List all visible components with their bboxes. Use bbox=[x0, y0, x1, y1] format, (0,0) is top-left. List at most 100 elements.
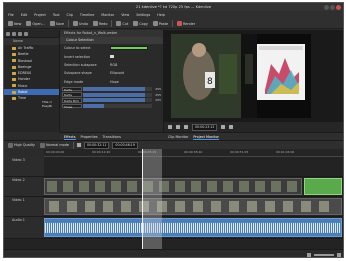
folder-icon[interactable] bbox=[12, 31, 16, 36]
bin-column-header: Name bbox=[4, 38, 59, 45]
undo-button[interactable]: Undo bbox=[72, 20, 89, 28]
slider-track[interactable] bbox=[83, 92, 152, 97]
slider-track[interactable] bbox=[83, 98, 152, 103]
minimize-button[interactable] bbox=[324, 4, 329, 10]
slider-track[interactable] bbox=[83, 86, 152, 91]
menu-bar: File Edit Project Tool Clip Timeline Mon… bbox=[4, 11, 343, 19]
bin-side-label: EasyBr bbox=[42, 104, 53, 108]
tab-properties[interactable]: Properties bbox=[81, 133, 98, 140]
param-subspace: Selection subspace RGB bbox=[60, 61, 163, 69]
save-button[interactable]: Save bbox=[49, 20, 65, 28]
menu-settings[interactable]: Settings bbox=[136, 11, 150, 19]
cut-button[interactable]: Cut bbox=[115, 20, 129, 28]
tab-clip-monitor[interactable]: Clip Monitor bbox=[168, 133, 188, 140]
monitor-controls: 00:00:23:12 bbox=[164, 122, 343, 132]
audio-clip[interactable] bbox=[44, 218, 342, 237]
track-video2 bbox=[44, 177, 343, 197]
folder-icon bbox=[12, 52, 16, 56]
toolbar-separator bbox=[68, 20, 70, 27]
rewind-icon[interactable] bbox=[168, 125, 172, 129]
timeline-duration[interactable]: 00:00:46:19 bbox=[112, 141, 138, 149]
svg-text:8: 8 bbox=[207, 77, 213, 87]
redo-button[interactable]: Redo bbox=[92, 20, 109, 28]
window-title: 21 kdenlive *? kd 720p 25 fps — Kdenlive bbox=[135, 5, 212, 9]
folder-icon bbox=[12, 71, 16, 75]
maximize-button[interactable] bbox=[330, 4, 335, 10]
razor-icon[interactable] bbox=[76, 143, 81, 147]
timeline-toolbar: High Quality Normal mode 00:00:32:11 00:… bbox=[4, 140, 343, 149]
track-audio1 bbox=[44, 217, 343, 239]
project-bin: Name Air Traffic Beetle Bioshool Boeinge… bbox=[4, 30, 60, 132]
timeline-timecode[interactable]: 00:00:32:11 bbox=[83, 141, 110, 149]
folder-icon bbox=[26, 21, 32, 26]
slider-slope: Slope bbox=[60, 103, 163, 109]
track-header-video3[interactable]: Video 3 bbox=[4, 157, 44, 177]
slider-track[interactable] bbox=[83, 104, 152, 109]
folder-icon bbox=[12, 97, 16, 101]
edge-select[interactable]: Hope bbox=[110, 80, 163, 84]
color-clip[interactable] bbox=[304, 178, 342, 195]
monitor-timecode[interactable]: 00:00:23:12 bbox=[192, 123, 218, 131]
menu-edit[interactable]: Edit bbox=[21, 11, 28, 19]
param-invert: Invert selection bbox=[60, 52, 163, 60]
track-video1 bbox=[44, 197, 343, 217]
play-icon[interactable] bbox=[176, 125, 180, 129]
shape-select[interactable]: Ellipsoid bbox=[110, 71, 163, 75]
zoom-icon[interactable] bbox=[221, 125, 226, 129]
folder-icon bbox=[12, 84, 16, 88]
copy-button[interactable]: Copy bbox=[132, 20, 149, 28]
menu-timeline[interactable]: Timeline bbox=[80, 11, 94, 19]
title-bar: 21 kdenlive *? kd 720p 25 fps — Kdenlive bbox=[4, 3, 343, 11]
search-icon[interactable] bbox=[24, 31, 28, 36]
tab-effects[interactable]: Effects bbox=[64, 133, 76, 140]
menu-clip[interactable]: Clip bbox=[66, 11, 72, 19]
render-icon bbox=[177, 21, 183, 26]
menu-monitor[interactable]: Monitor bbox=[101, 11, 114, 19]
save-icon bbox=[49, 21, 55, 26]
bin-side-labels: Title cl EasyBr bbox=[42, 100, 60, 108]
open-button[interactable]: Open... bbox=[25, 20, 45, 28]
video-clip[interactable] bbox=[44, 178, 302, 195]
close-button[interactable] bbox=[336, 4, 341, 10]
menu-help[interactable]: Help bbox=[157, 11, 165, 19]
track-header-audio1[interactable]: Audio 1 bbox=[4, 217, 44, 239]
folder-icon bbox=[12, 59, 16, 63]
quality-icon bbox=[8, 142, 13, 148]
video-clip[interactable] bbox=[44, 198, 342, 215]
track-video3 bbox=[44, 157, 343, 177]
zoom-out-icon[interactable] bbox=[307, 252, 311, 257]
copy-icon bbox=[133, 21, 139, 26]
invert-checkbox[interactable] bbox=[110, 54, 114, 59]
zoom-slider-icon[interactable] bbox=[314, 253, 334, 256]
tab-project-monitor[interactable]: Project Monitor bbox=[193, 133, 219, 140]
ruler-tick: 00:01:04:00 bbox=[276, 150, 295, 154]
video-preview[interactable]: 8 bbox=[171, 34, 311, 118]
track-header-video2[interactable]: Video 2 bbox=[4, 177, 44, 197]
tab-transitions[interactable]: Transitions bbox=[103, 133, 121, 140]
paste-button[interactable]: Paste bbox=[152, 20, 169, 28]
render-button[interactable]: Render bbox=[176, 20, 196, 28]
menu-file[interactable]: File bbox=[8, 11, 14, 19]
menu-project[interactable]: Project bbox=[34, 11, 46, 19]
param-shape: Subspace shape Ellipsoid bbox=[60, 69, 163, 77]
forward-icon[interactable] bbox=[184, 125, 188, 129]
effect-title[interactable]: Colour Selection bbox=[60, 37, 163, 44]
track-header-video1[interactable]: Video 1 bbox=[4, 197, 44, 217]
color-picker[interactable] bbox=[110, 46, 148, 51]
new-button[interactable]: New bbox=[7, 20, 22, 28]
add-clip-icon[interactable] bbox=[6, 31, 10, 36]
folder-icon bbox=[12, 90, 16, 94]
timeline-ruler[interactable]: 00:00:00:00 00:00:12:20 00:00:25:15 00:0… bbox=[44, 149, 343, 157]
new-icon bbox=[8, 21, 13, 26]
menu-view[interactable]: View bbox=[121, 11, 129, 19]
quality-select[interactable]: High Quality bbox=[7, 141, 36, 149]
subspace-select[interactable]: RGB bbox=[110, 63, 163, 67]
list-view-icon[interactable] bbox=[18, 31, 22, 36]
monitor-tabbar: Clip Monitor Project Monitor bbox=[164, 132, 343, 140]
mode-select[interactable]: Normal mode bbox=[39, 141, 70, 149]
zoom-in-icon[interactable] bbox=[337, 252, 341, 257]
menu-tool[interactable]: Tool bbox=[53, 11, 60, 19]
fullscreen-icon[interactable] bbox=[229, 125, 234, 129]
folder-icon bbox=[12, 46, 16, 50]
playhead[interactable] bbox=[142, 149, 162, 249]
